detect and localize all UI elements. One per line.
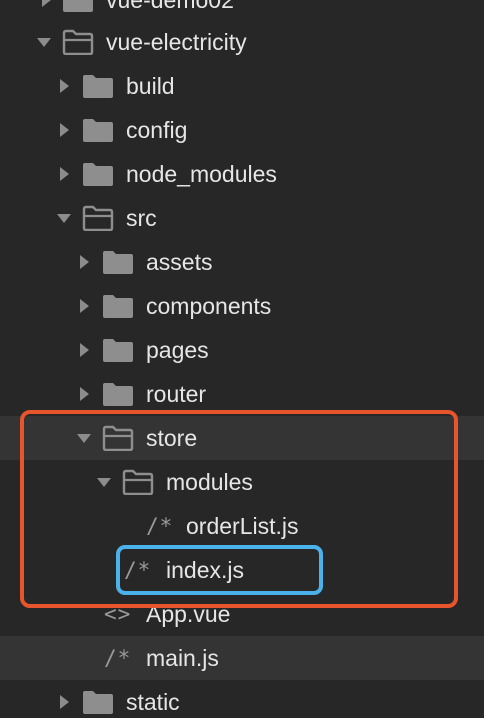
tree-item-components[interactable]: components bbox=[0, 284, 484, 328]
tree-item-label: vue-demo02 bbox=[106, 0, 234, 13]
folder-icon bbox=[102, 293, 134, 319]
tree-item-node-modules[interactable]: node_modules bbox=[0, 152, 484, 196]
chevron-right-icon[interactable] bbox=[76, 254, 92, 270]
chevron-right-icon[interactable] bbox=[56, 694, 72, 710]
tree-item-label: vue-electricity bbox=[106, 29, 247, 55]
chevron-right-icon[interactable] bbox=[56, 166, 72, 182]
folder-icon bbox=[102, 381, 134, 407]
folder-icon bbox=[82, 689, 114, 715]
tree-item-vue-electricity[interactable]: vue-electricity bbox=[0, 20, 484, 64]
tree-item-label: src bbox=[126, 205, 157, 231]
folder-open-icon bbox=[82, 205, 114, 231]
folder-icon bbox=[82, 161, 114, 187]
tree-item-label: node_modules bbox=[126, 161, 277, 187]
tree-item-label: assets bbox=[146, 249, 213, 275]
tree-item-index-js[interactable]: /* index.js bbox=[0, 548, 484, 592]
tree-item-modules[interactable]: modules bbox=[0, 460, 484, 504]
tree-item-assets[interactable]: assets bbox=[0, 240, 484, 284]
folder-icon bbox=[102, 249, 134, 275]
file-tree: vue-demo02 vue-electricity build config bbox=[0, 0, 484, 718]
chevron-down-icon[interactable] bbox=[36, 34, 52, 50]
tree-item-label: main.js bbox=[146, 645, 219, 671]
folder-icon bbox=[82, 117, 114, 143]
tree-item-orderlist-js[interactable]: /* orderList.js bbox=[0, 504, 484, 548]
chevron-right-icon[interactable] bbox=[76, 298, 92, 314]
tree-item-label: config bbox=[126, 117, 188, 143]
folder-open-icon bbox=[62, 29, 94, 55]
folder-icon bbox=[62, 0, 94, 13]
tree-item-label: store bbox=[146, 425, 198, 451]
vue-file-icon: <> bbox=[104, 602, 132, 626]
chevron-right-icon[interactable] bbox=[76, 342, 92, 358]
tree-item-label: components bbox=[146, 293, 272, 319]
tree-item-label: build bbox=[126, 73, 175, 99]
folder-open-icon bbox=[122, 469, 154, 495]
js-file-icon: /* bbox=[124, 558, 152, 582]
tree-item-config[interactable]: config bbox=[0, 108, 484, 152]
chevron-down-icon[interactable] bbox=[96, 474, 112, 490]
tree-item-label: index.js bbox=[166, 557, 244, 583]
tree-item-label: pages bbox=[146, 337, 209, 363]
chevron-down-icon[interactable] bbox=[56, 210, 72, 226]
tree-item-label: router bbox=[146, 381, 207, 407]
chevron-down-icon[interactable] bbox=[76, 430, 92, 446]
folder-icon bbox=[82, 73, 114, 99]
chevron-right-icon[interactable] bbox=[76, 386, 92, 402]
tree-item-router[interactable]: router bbox=[0, 372, 484, 416]
chevron-right-icon[interactable] bbox=[56, 122, 72, 138]
tree-item-pages[interactable]: pages bbox=[0, 328, 484, 372]
tree-item-label: modules bbox=[166, 469, 253, 495]
folder-open-icon bbox=[102, 425, 134, 451]
tree-item-build[interactable]: build bbox=[0, 64, 484, 108]
js-file-icon: /* bbox=[104, 646, 132, 670]
tree-item-app-vue[interactable]: <> App.vue bbox=[0, 592, 484, 636]
tree-item-label: static bbox=[126, 689, 180, 715]
chevron-right-icon[interactable] bbox=[38, 0, 54, 8]
js-file-icon: /* bbox=[146, 514, 174, 538]
folder-icon bbox=[102, 337, 134, 363]
tree-item-static[interactable]: static bbox=[0, 680, 484, 718]
tree-item-label: App.vue bbox=[146, 601, 231, 627]
tree-item-store[interactable]: store bbox=[0, 416, 484, 460]
tree-item-label: orderList.js bbox=[186, 513, 299, 539]
tree-item-src[interactable]: src bbox=[0, 196, 484, 240]
chevron-right-icon[interactable] bbox=[56, 78, 72, 94]
tree-item-vue-demo02[interactable]: vue-demo02 bbox=[0, 0, 484, 22]
tree-item-main-js[interactable]: /* main.js bbox=[0, 636, 484, 680]
